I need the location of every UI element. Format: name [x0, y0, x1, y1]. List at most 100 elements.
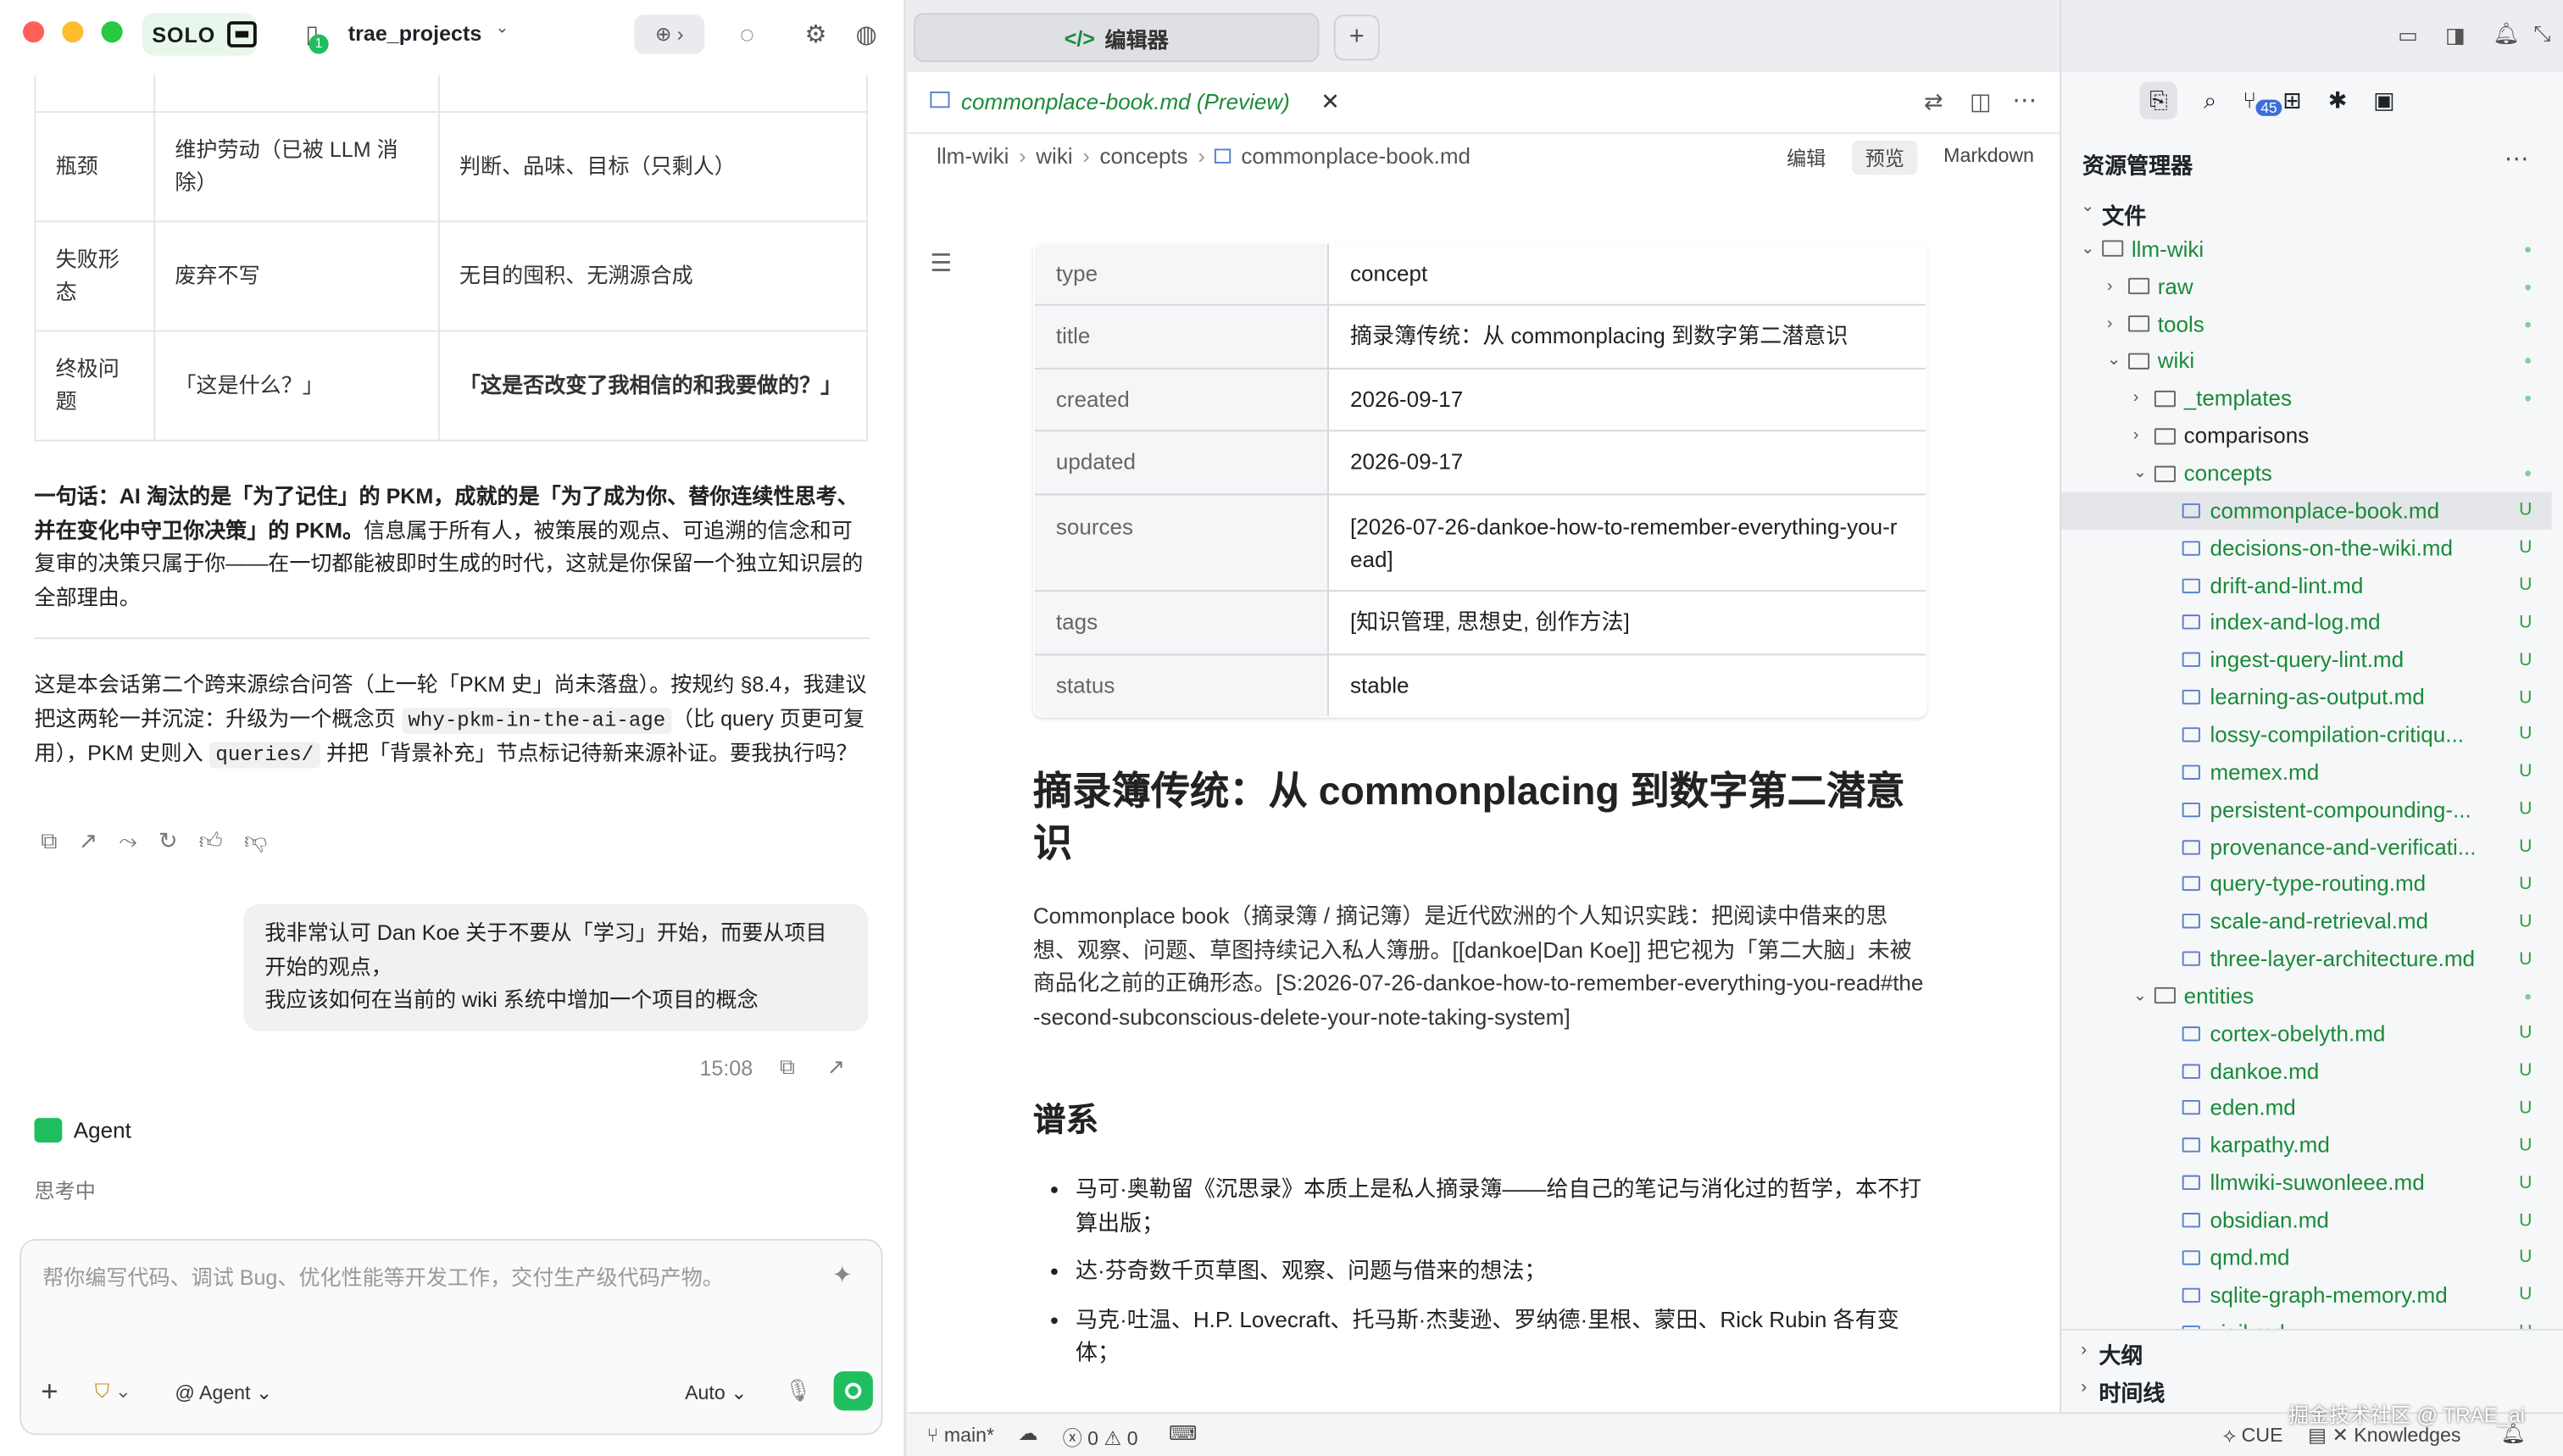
branch-icon[interactable]: ⤳ [119, 827, 137, 855]
chevron-down-icon[interactable]: ⌄ [495, 19, 509, 37]
project-name[interactable]: trae_projects [348, 21, 481, 46]
tree-folder[interactable]: ⌄ wiki ● [2061, 342, 2552, 380]
frontmatter-key: status [1034, 653, 1329, 716]
breadcrumb-item[interactable]: commonplace-book.md [1241, 144, 1471, 169]
sync-icon[interactable]: ☁ [1019, 1422, 1038, 1445]
composer-input[interactable]: 帮你编写代码、调试 Bug、优化性能等开发工作，交付生产级代码产物。 [42, 1260, 724, 1292]
chevron-right-icon[interactable]: › [2133, 427, 2138, 445]
retry-icon[interactable]: ↻ [158, 827, 178, 855]
view-mode-switch: 编辑 预览 Markdown [1774, 140, 2048, 175]
tree-file[interactable]: commonplace-book.md U [2060, 492, 2552, 530]
tree-file[interactable]: decisions-on-the-wiki.md U [2061, 529, 2552, 566]
tree-file[interactable]: ingest-query-lint.md U [2061, 642, 2552, 679]
breadcrumb-item[interactable]: llm-wiki [937, 144, 1009, 169]
table-row: 瓶颈 维护劳动（已被 LLM 消除） 判断、品味、目标（只剩人） [34, 110, 869, 222]
copy-icon[interactable]: ⧉ [780, 1054, 795, 1081]
chevron-right-icon[interactable]: › [2133, 390, 2138, 408]
share-icon[interactable]: ↗ [827, 1054, 845, 1081]
editor-tab-strip: </> 编辑器 + [907, 0, 2060, 72]
share-icon[interactable]: ↗ [79, 827, 98, 855]
problems-indicator[interactable]: ⓧ 0 ⚠ 0 [1063, 1424, 1138, 1452]
chevron-down-icon[interactable]: ⌄ [2107, 353, 2121, 370]
table-row: sources [2026-07-26-dankoe-how-to-remembe… [1034, 493, 1926, 592]
chevron-right-icon[interactable]: › [2107, 277, 2112, 295]
tree-folder[interactable]: › raw ● [2061, 268, 2552, 305]
chevron-down-icon[interactable]: ⌄ [2133, 464, 2147, 482]
copy-icon[interactable]: ⧉ [41, 827, 57, 855]
thumbs-down-icon[interactable]: 👎︎ [244, 827, 267, 855]
tree-file[interactable]: llmwiki-suwonleee.md U [2061, 1164, 2552, 1202]
chevron-right-icon[interactable]: › [2081, 1340, 2087, 1359]
tree-file[interactable]: karpathy.md U [2061, 1127, 2552, 1164]
mode-edit[interactable]: 编辑 [1774, 141, 1839, 175]
git-status: U [2519, 1060, 2532, 1081]
tree-file[interactable]: vigil.mdU [2061, 1314, 2552, 1329]
tree-file[interactable]: scale-and-retrieval.md U [2061, 903, 2552, 940]
mode-preview[interactable]: 预览 [1852, 140, 1918, 175]
split-editor-icon[interactable]: ◫ [1970, 88, 1992, 116]
close-window-button[interactable] [23, 21, 45, 43]
tree-file[interactable]: obsidian.md U [2061, 1202, 2552, 1239]
tree-file[interactable]: three-layer-architecture.md U [2061, 940, 2552, 977]
zoom-window-button[interactable] [101, 21, 123, 43]
outline-toggle-icon[interactable]: ☰ [930, 248, 952, 278]
tree-file[interactable]: provenance-and-verificati... U [2061, 828, 2552, 865]
shield-icon[interactable]: ⛉ ⌄ [95, 1380, 131, 1404]
tree-folder[interactable]: › _templates ● [2061, 380, 2552, 417]
tree-folder[interactable]: ⌄ llm-wiki ● [2061, 231, 2552, 268]
chevron-right-icon[interactable]: › [2081, 1378, 2087, 1398]
tree-folder[interactable]: ⌄ entities ● [2061, 977, 2552, 1014]
chevron-right-icon[interactable]: › [2107, 314, 2112, 332]
thumbs-up-icon[interactable]: 👍︎ [199, 827, 223, 855]
close-tab-icon[interactable]: ✕ [1320, 88, 1340, 116]
add-icon[interactable]: + [41, 1375, 58, 1409]
tree-file[interactable]: memex.md U [2061, 753, 2552, 791]
file-tab-label[interactable]: commonplace-book.md (Preview) [961, 90, 1290, 114]
microphone-icon[interactable]: 🎙︎ [785, 1378, 812, 1404]
tree-item-label: llm-wiki [2131, 236, 2204, 262]
markdown-file-icon [2182, 1100, 2200, 1116]
compare-icon[interactable]: ⇄ [1924, 88, 1943, 116]
tree-file[interactable]: learning-as-output.md U [2061, 679, 2552, 716]
outline-section-header[interactable]: 大纲 [2099, 1337, 2143, 1370]
tree-file[interactable]: drift-and-lint.md U [2061, 567, 2552, 604]
breadcrumb-item[interactable]: wiki [1036, 144, 1072, 169]
tree-file[interactable]: lossy-compilation-critiqu... U [2061, 716, 2552, 753]
tree-file[interactable]: persistent-compounding-... U [2061, 791, 2552, 828]
gear-icon[interactable]: ⚙ [798, 16, 833, 52]
tree-folder[interactable]: › comparisons [2061, 417, 2552, 454]
chevron-down-icon[interactable]: ⌄ [2081, 240, 2094, 258]
agent-selector[interactable]: @ Agent ⌄ [175, 1381, 272, 1404]
tree-file[interactable]: eden.md U [2061, 1090, 2552, 1127]
new-tab-button[interactable]: + [1333, 14, 1380, 61]
tree-folder[interactable]: ⌄ concepts ● [2061, 454, 2552, 492]
send-button[interactable] [833, 1371, 873, 1411]
timeline-section-header[interactable]: 时间线 [2099, 1375, 2165, 1408]
terminal-icon[interactable]: ⌨ [1169, 1422, 1197, 1445]
breadcrumb-item[interactable]: concepts [1099, 144, 1187, 169]
more-icon[interactable]: ⋯ [2012, 85, 2037, 114]
cue-indicator[interactable]: ⟡ CUE [2223, 1424, 2283, 1448]
tree-file[interactable]: index-and-log.md U [2061, 604, 2552, 642]
git-status: U [2519, 1248, 2532, 1268]
chevron-down-icon[interactable]: ⌄ [2133, 987, 2147, 1005]
markdown-file-icon [2182, 1250, 2200, 1265]
git-status: U [2519, 874, 2532, 894]
branch-indicator[interactable]: ⑂ main* [927, 1424, 995, 1447]
tree-folder[interactable]: › tools ● [2061, 305, 2552, 342]
folder-icon [2102, 241, 2124, 258]
editor-tab[interactable]: </> 编辑器 [914, 13, 1320, 63]
account-icon[interactable]: ◍ [848, 16, 884, 52]
mode-markdown[interactable]: Markdown [1931, 141, 2048, 175]
tree-file[interactable]: qmd.md U [2061, 1239, 2552, 1276]
tree-file[interactable]: dankoe.md U [2061, 1052, 2552, 1089]
tree-file[interactable]: cortex-obelyth.md U [2061, 1014, 2552, 1052]
download-update-button[interactable]: ⊕ › [634, 14, 705, 54]
minimize-window-button[interactable] [62, 21, 84, 43]
chat-bubble-icon[interactable]: ◌ [729, 16, 764, 52]
sparkle-icon[interactable]: ✦ [832, 1260, 853, 1290]
solo-toggle[interactable]: SOLO [142, 13, 257, 56]
tree-file[interactable]: query-type-routing.md U [2061, 865, 2552, 903]
tree-file[interactable]: sqlite-graph-memory.md U [2061, 1276, 2552, 1314]
model-selector[interactable]: Auto ⌄ [685, 1381, 747, 1404]
